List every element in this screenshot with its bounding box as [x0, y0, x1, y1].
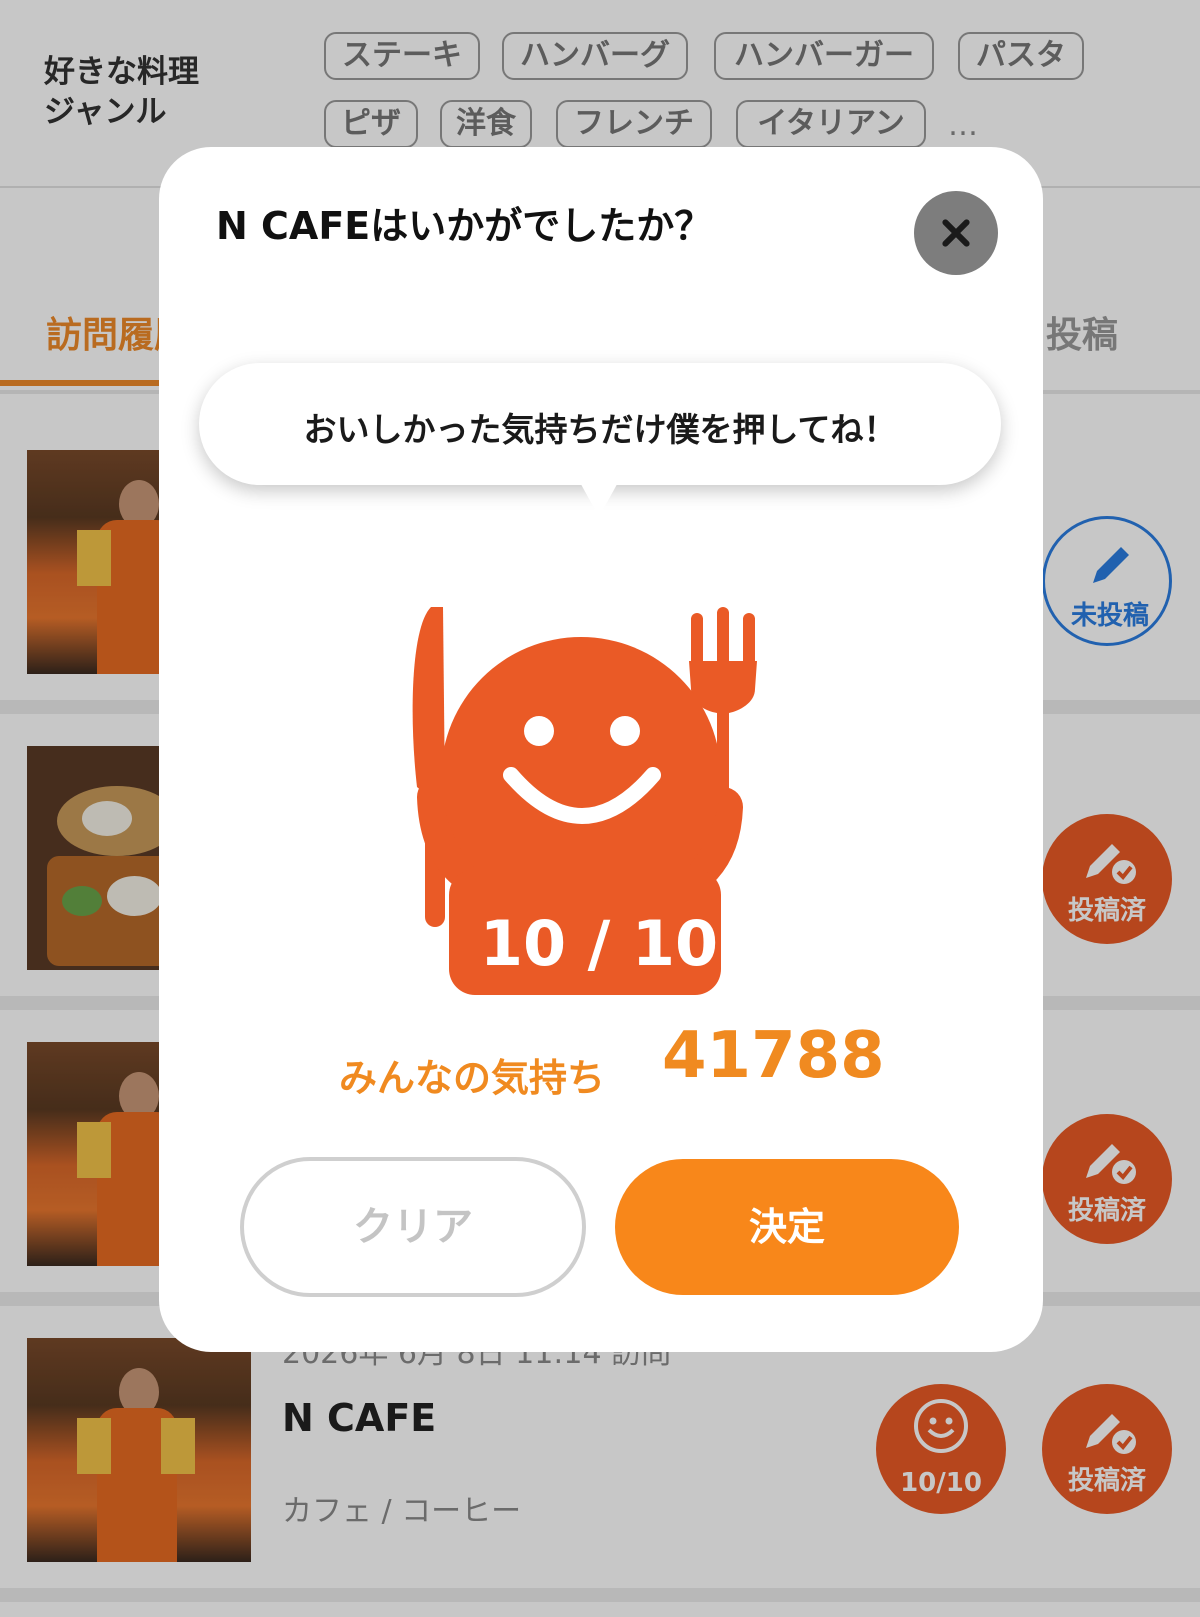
feelings-label: みんなの気持ち: [339, 1056, 606, 1100]
feelings-count: 41788: [662, 1019, 885, 1093]
hint-bubble: おいしかった気持ちだけ僕を押してね！: [199, 363, 1001, 485]
mascot-score: 10 / 10: [479, 907, 719, 980]
confirm-button[interactable]: 決定: [615, 1159, 959, 1295]
hint-text: おいしかった気持ちだけ僕を押してね！: [303, 410, 897, 449]
bubble-tail: [577, 477, 621, 517]
clear-button[interactable]: クリア: [240, 1157, 586, 1297]
modal-title: N CAFEはいかがでしたか？: [216, 204, 713, 248]
close-button[interactable]: [914, 191, 998, 275]
rating-modal: N CAFEはいかがでしたか？ おいしかった気持ちだけ僕を押してね！ 10 / …: [159, 147, 1043, 1352]
